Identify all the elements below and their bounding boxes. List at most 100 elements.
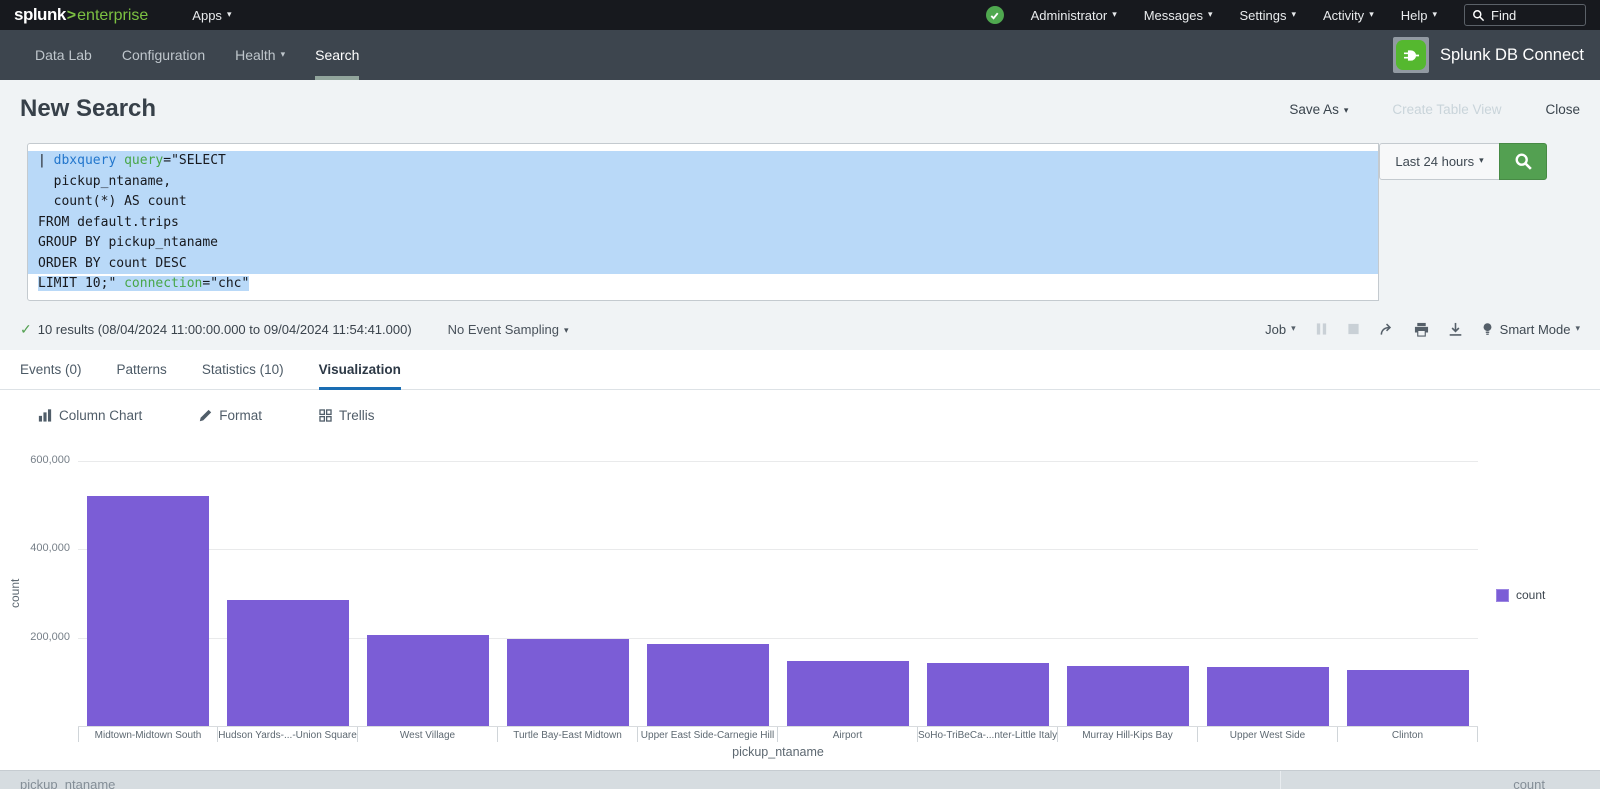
- tab-events-0[interactable]: Events (0): [20, 350, 82, 390]
- x-axis-label: Turtle Bay-East Midtown: [498, 727, 638, 742]
- search-query-input[interactable]: | dbxquery query="SELECT pickup_ntaname,…: [27, 143, 1379, 301]
- nav-data-lab[interactable]: Data Lab: [20, 30, 107, 80]
- query-token: GROUP BY pickup_ntaname: [38, 235, 218, 250]
- y-axis-tick-label: 200,000: [0, 631, 70, 643]
- run-search-button[interactable]: [1499, 143, 1547, 180]
- chevron-down-icon: ▾: [1344, 105, 1349, 115]
- chart-legend[interactable]: count: [1496, 588, 1545, 602]
- query-line-text: GROUP BY pickup_ntaname: [38, 235, 218, 250]
- x-axis-label: SoHo-TriBeCa-...nter-Little Italy: [918, 727, 1058, 742]
- plug-icon: [1402, 46, 1421, 65]
- y-axis-tick-label: 400,000: [0, 542, 70, 554]
- find-search-box[interactable]: [1464, 4, 1586, 26]
- column-header-count[interactable]: count: [1280, 771, 1600, 789]
- query-line-text: count(*) AS count: [38, 194, 187, 209]
- close-button[interactable]: Close: [1545, 102, 1580, 117]
- visualization-toolbar: Column Chart Format Trellis: [0, 390, 1600, 440]
- column-header-pickup-ntaname[interactable]: pickup_ntaname: [0, 771, 1280, 789]
- query-line-text: LIMIT 10;" connection="chc": [38, 276, 249, 291]
- apps-menu[interactable]: Apps ▾: [192, 8, 231, 23]
- chevron-down-icon: ▾: [1291, 323, 1296, 334]
- query-line: ORDER BY count DESC: [28, 254, 1378, 275]
- y-axis-tick-label: 600,000: [0, 454, 70, 466]
- query-line-text: | dbxquery query="SELECT: [38, 153, 226, 168]
- splunk-logo[interactable]: splunk>enterprise: [14, 5, 148, 25]
- x-axis-label: Clinton: [1338, 727, 1478, 742]
- bar-slot: [778, 661, 918, 726]
- legend-label: count: [1516, 588, 1545, 602]
- query-token: query: [124, 153, 163, 168]
- nav-health[interactable]: Health▾: [220, 30, 300, 80]
- query-line: | dbxquery query="SELECT: [28, 151, 1378, 172]
- menu-label: Help: [1401, 8, 1428, 23]
- bar[interactable]: [1207, 667, 1329, 726]
- export-download-icon[interactable]: [1448, 322, 1463, 337]
- app-title: Splunk DB Connect: [1440, 46, 1584, 65]
- chevron-down-icon: ▾: [1291, 9, 1296, 20]
- menu-label: Activity: [1323, 8, 1364, 23]
- column-chart: count 200,000400,000600,000 Midtown-Midt…: [0, 440, 1600, 770]
- tab-statistics-10[interactable]: Statistics (10): [202, 350, 284, 390]
- bar-slot: [358, 635, 498, 726]
- results-tabs: Events (0) Patterns Statistics (10) Visuali…: [0, 350, 1600, 390]
- query-line-text: pickup_ntaname,: [38, 174, 171, 189]
- query-token: ORDER BY count DESC: [38, 256, 187, 271]
- top-navbar: splunk>enterprise Apps ▾ Administrator▾M…: [0, 0, 1600, 30]
- chevron-down-icon: ▾: [1208, 9, 1213, 20]
- bar[interactable]: [1067, 666, 1189, 726]
- x-axis-label: Murray Hill-Kips Bay: [1058, 727, 1198, 742]
- menu-help[interactable]: Help ▾: [1401, 8, 1437, 23]
- bar-slot: [1198, 667, 1338, 726]
- query-line: count(*) AS count: [28, 192, 1378, 213]
- bar[interactable]: [87, 496, 209, 726]
- query-token: ="SELECT: [163, 153, 226, 168]
- query-line: FROM default.trips: [28, 213, 1378, 234]
- job-menu[interactable]: Job▾: [1265, 322, 1296, 337]
- bar[interactable]: [927, 663, 1049, 726]
- menu-label: Administrator: [1031, 8, 1108, 23]
- query-token: ="chc": [202, 276, 249, 291]
- plot-area: [78, 461, 1478, 726]
- bar[interactable]: [227, 600, 349, 726]
- bar[interactable]: [507, 639, 629, 726]
- tab-visualization[interactable]: Visualization: [319, 350, 401, 390]
- logo-gt: >: [67, 7, 76, 25]
- nav-search[interactable]: Search: [300, 30, 374, 80]
- column-chart-icon: [38, 408, 52, 422]
- chevron-down-icon: ▾: [1112, 9, 1117, 20]
- legend-swatch: [1496, 589, 1509, 602]
- chart-type-picker[interactable]: Column Chart: [38, 408, 142, 423]
- smart-mode-dropdown[interactable]: Smart Mode ▾: [1482, 322, 1580, 337]
- trellis-button[interactable]: Trellis: [319, 408, 375, 423]
- query-line-text: ORDER BY count DESC: [38, 256, 187, 271]
- health-status-icon[interactable]: [986, 6, 1004, 24]
- db-connect-app-icon[interactable]: [1393, 37, 1429, 73]
- chevron-down-icon: ▾: [227, 9, 232, 20]
- x-axis-label: Upper East Side-Carnegie Hill: [638, 727, 778, 742]
- print-icon[interactable]: [1414, 322, 1429, 337]
- bar[interactable]: [647, 644, 769, 726]
- bar[interactable]: [367, 635, 489, 726]
- statistics-table-header: pickup_ntaname count: [0, 770, 1600, 789]
- time-range-picker[interactable]: Last 24 hours ▾: [1379, 143, 1500, 180]
- menu-activity[interactable]: Activity▾: [1323, 8, 1374, 23]
- bar[interactable]: [787, 661, 909, 726]
- menu-settings[interactable]: Settings▾: [1240, 8, 1297, 23]
- menu-administrator[interactable]: Administrator ▾: [1031, 8, 1117, 23]
- query-line: LIMIT 10;" connection="chc": [28, 274, 1378, 295]
- save-as-button[interactable]: Save As▾: [1289, 102, 1348, 117]
- nav-configuration[interactable]: Configuration: [107, 30, 220, 80]
- pause-icon: [1315, 322, 1328, 336]
- menu-messages[interactable]: Messages▾: [1144, 8, 1213, 23]
- search-icon: [1472, 9, 1485, 22]
- share-icon[interactable]: [1379, 322, 1395, 337]
- format-button[interactable]: Format: [199, 408, 262, 423]
- bar-slot: [918, 663, 1058, 726]
- query-token: FROM default.trips: [38, 215, 179, 230]
- chevron-down-icon: ▾: [1432, 9, 1437, 20]
- find-input[interactable]: [1491, 8, 1571, 23]
- x-axis-title: pickup_ntaname: [78, 745, 1478, 759]
- bar[interactable]: [1347, 670, 1469, 726]
- event-sampling-dropdown[interactable]: No Event Sampling▾: [448, 322, 569, 337]
- tab-patterns[interactable]: Patterns: [117, 350, 167, 390]
